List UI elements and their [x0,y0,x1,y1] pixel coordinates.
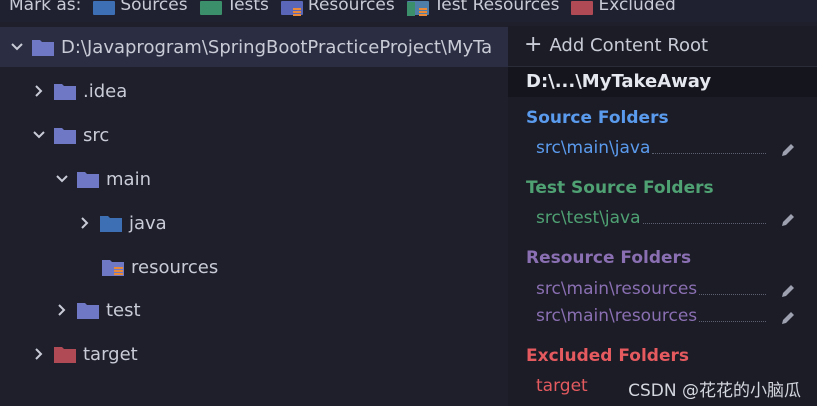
folder-icon [54,82,76,100]
entry-path: target [536,376,588,396]
tree-row-label: resources [131,256,219,278]
tree-row-src[interactable]: src [0,115,508,155]
tree-row-test[interactable]: test [0,290,508,330]
resource-folder-entry[interactable]: src\main\resources [536,277,796,299]
resource-folder-entry[interactable]: src\main\resources [536,304,796,326]
test-source-folders-title: Test Source Folders [526,178,714,198]
mark-tests-button[interactable]: Tests [199,0,269,15]
mark-sources-button[interactable]: Sources [93,0,188,15]
excluded-folders-title: Excluded Folders [526,346,690,366]
mark-sources-label: Sources [120,0,188,15]
chevron-right-icon[interactable] [32,84,46,98]
dotted-leader [642,223,766,224]
source-folder-entry[interactable]: src\main\java [536,136,796,158]
chevron-right-icon[interactable] [32,347,46,361]
tree-row-label: target [83,343,138,365]
content-root-panel: + Add Content Root D:\...\MyTakeAway Sou… [508,26,817,406]
entry-path: src\main\resources [536,279,698,299]
tree-row-java[interactable]: java [0,203,508,243]
excluded-folder-icon [54,345,76,363]
tree-row-main[interactable]: main [0,159,508,199]
add-content-root-label: Add Content Root [549,34,709,56]
chevron-right-icon[interactable] [78,216,92,230]
tree-row-label: test [106,299,141,321]
tree-row-label: .idea [83,80,128,102]
resource-folders-title: Resource Folders [526,248,692,268]
pencil-icon[interactable] [780,283,796,299]
test-source-folder-entry[interactable]: src\test\java [536,206,796,228]
content-root-header[interactable]: D:\...\MyTakeAway [508,66,817,97]
add-content-root-button[interactable]: + Add Content Root [524,34,708,56]
mark-test-resources-label: Test Resources [433,0,560,15]
tree-row-root[interactable]: D:\Javaprogram\SpringBootPracticeProject… [0,27,508,67]
mark-as-label: Mark as: [9,0,82,15]
watermark-text: CSDN @花花的小脑瓜 [628,381,801,401]
mark-excluded-button[interactable]: Excluded [571,0,676,15]
dotted-leader [699,294,766,295]
source-folder-icon [100,214,122,232]
pencil-icon[interactable] [780,212,796,228]
mark-resources-label: Resources [307,0,395,15]
resources-folder-icon [102,258,124,276]
dotted-leader [699,321,766,322]
tree-row-label: main [106,168,151,190]
tree-row-label: D:\Javaprogram\SpringBootPracticeProject… [61,36,493,58]
chevron-down-icon[interactable] [55,172,69,186]
chevron-down-icon[interactable] [10,40,24,54]
tree-row-idea[interactable]: .idea [0,71,508,111]
sources-folder-icon [93,1,116,15]
tree-row-target[interactable]: target [0,334,508,374]
entry-path: src\main\resources [536,306,698,326]
test-resources-folder-icon [406,1,429,16]
excluded-folder-icon [571,1,594,15]
tests-folder-icon [199,1,222,15]
mark-resources-button[interactable]: Resources [280,0,395,16]
mark-test-resources-button[interactable]: Test Resources [406,0,560,16]
folder-icon [32,38,54,56]
mark-excluded-label: Excluded [598,0,676,15]
pencil-icon[interactable] [780,310,796,326]
plus-icon: + [524,32,543,57]
tree-row-label: java [129,212,167,234]
tree-row-label: src [83,124,110,146]
pencil-icon[interactable] [780,142,796,158]
project-tree: D:\Javaprogram\SpringBootPracticeProject… [0,26,508,406]
folder-icon [54,126,76,144]
dotted-leader [652,153,766,154]
tree-row-resources[interactable]: resources [0,247,508,287]
folder-icon [77,301,99,319]
source-folders-title: Source Folders [526,108,669,128]
mark-as-toolbar: Mark as: Sources Tests Resources Test Re… [0,0,817,22]
folder-icon [77,170,99,188]
mark-tests-label: Tests [226,0,269,15]
content-root-name: D:\...\MyTakeAway [526,71,712,92]
entry-path: src\main\java [536,138,651,158]
resources-folder-icon [280,1,303,16]
chevron-right-icon[interactable] [55,303,69,317]
entry-path: src\test\java [536,208,641,228]
chevron-down-icon[interactable] [32,128,46,142]
